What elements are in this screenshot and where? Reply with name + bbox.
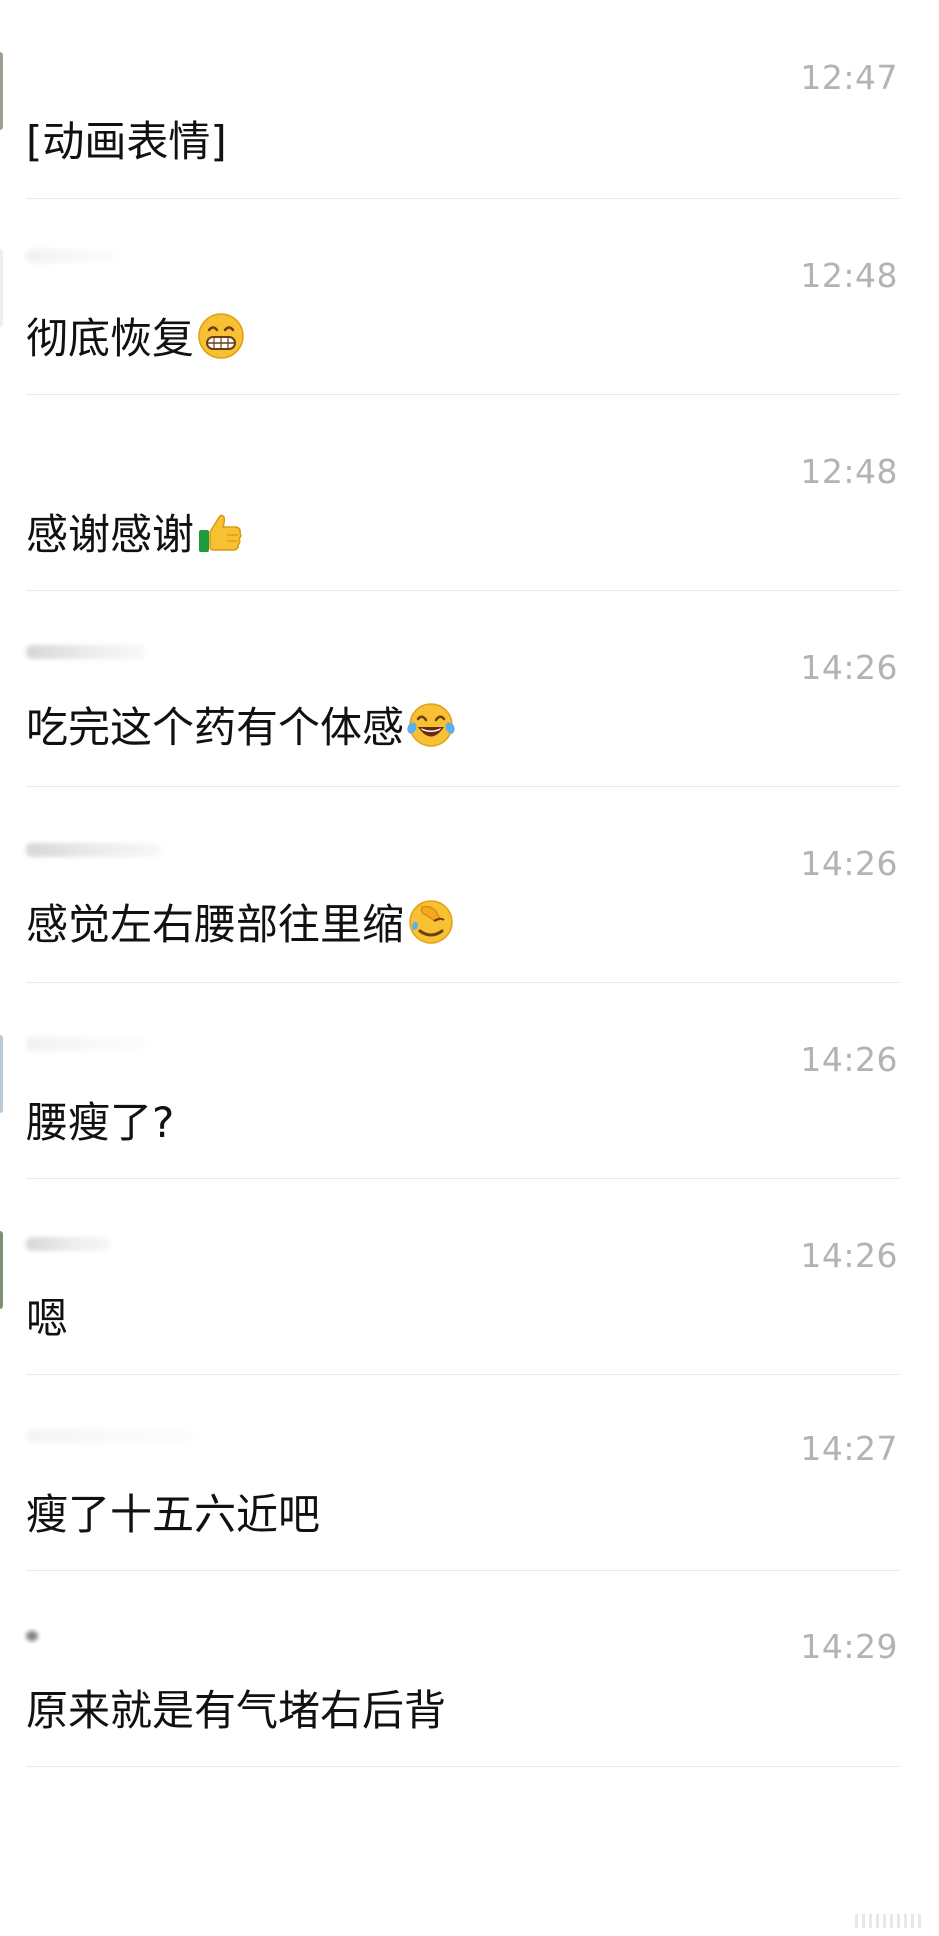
scroll-indicator xyxy=(855,1914,921,1928)
sender-name xyxy=(26,1429,196,1443)
message-content: 感觉左右腰部往里缩 xyxy=(26,900,405,949)
message-time: 14:29 xyxy=(800,1627,898,1666)
message-text: 腰瘦了? xyxy=(26,1089,174,1150)
message-time: 12:48 xyxy=(800,256,898,295)
message-text: 感谢感谢 xyxy=(26,501,246,562)
sender-name xyxy=(26,249,116,263)
message-row[interactable]: 14:27 瘦了十五六近吧 xyxy=(0,1375,939,1571)
message-content: [动画表情] xyxy=(26,117,227,166)
avatar[interactable] xyxy=(0,52,3,130)
grinning-face-icon xyxy=(196,311,246,361)
message-time: 14:26 xyxy=(800,648,898,687)
message-content: 原来就是有气堵右后背 xyxy=(26,1686,447,1735)
sender-name xyxy=(26,1631,38,1641)
message-content: 瘦了十五六近吧 xyxy=(26,1490,321,1539)
message-time: 14:26 xyxy=(800,844,898,883)
message-text: [动画表情] xyxy=(26,108,227,169)
sender-name xyxy=(26,1237,111,1251)
message-content: 嗯 xyxy=(26,1294,69,1343)
avatar[interactable] xyxy=(0,1231,3,1309)
message-row[interactable]: 14:26 吃完这个药有个体感 xyxy=(0,591,939,787)
message-content: 感谢感谢 xyxy=(26,510,195,559)
message-text: 感觉左右腰部往里缩 xyxy=(26,891,456,952)
sender-name xyxy=(26,1037,146,1051)
message-text: 彻底恢复 xyxy=(26,305,246,366)
message-content: 吃完这个药有个体感 xyxy=(26,703,405,752)
row-divider xyxy=(26,1766,899,1767)
avatar[interactable] xyxy=(0,1035,3,1113)
message-row[interactable]: 14:26 嗯 xyxy=(0,1179,939,1375)
message-content: 彻底恢复 xyxy=(26,314,195,363)
message-time: 12:48 xyxy=(800,452,898,491)
thumbs-up-icon xyxy=(196,507,246,557)
message-row[interactable]: 12:48 感谢感谢 xyxy=(0,395,939,591)
message-time: 14:26 xyxy=(800,1236,898,1275)
message-row[interactable]: 14:26 腰瘦了? xyxy=(0,983,939,1179)
message-row[interactable]: 12:48 彻底恢复 xyxy=(0,199,939,395)
facepalm-icon xyxy=(406,897,456,947)
message-text: 吃完这个药有个体感 xyxy=(26,694,456,755)
message-text: 原来就是有气堵右后背 xyxy=(26,1677,446,1738)
message-content: 腰瘦了? xyxy=(26,1098,175,1147)
message-time: 12:47 xyxy=(800,58,898,97)
avatar[interactable] xyxy=(0,249,3,327)
message-text: 瘦了十五六近吧 xyxy=(26,1481,320,1542)
message-row[interactable]: 14:26 感觉左右腰部往里缩 xyxy=(0,787,939,983)
message-time: 14:27 xyxy=(800,1429,898,1468)
sender-name xyxy=(26,843,161,857)
message-text: 嗯 xyxy=(26,1285,68,1346)
sender-name xyxy=(26,645,146,659)
message-list: 12:47 [动画表情] 12:48 彻底恢复 12:48 感谢感谢 14:26… xyxy=(0,0,939,1767)
message-time: 14:26 xyxy=(800,1040,898,1079)
message-row[interactable]: 12:47 [动画表情] xyxy=(0,0,939,199)
message-row[interactable]: 14:29 原来就是有气堵右后背 xyxy=(0,1571,939,1767)
tears-of-joy-icon xyxy=(406,700,456,750)
